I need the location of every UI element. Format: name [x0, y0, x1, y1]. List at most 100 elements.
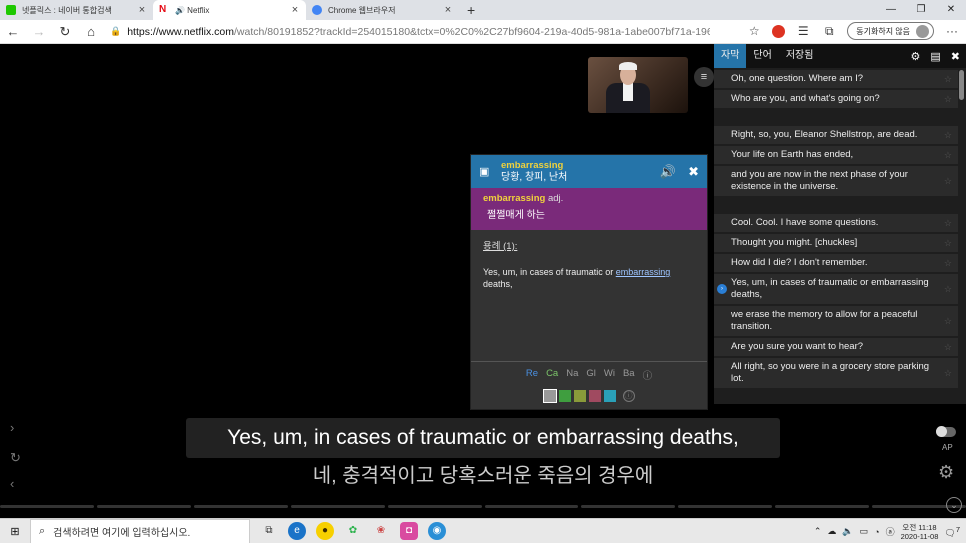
video-player[interactable]: ≡ ▣ embarrassing 당황, 창피, 난처 🔊 ✖ embarras…	[0, 44, 966, 518]
color-swatches: ⓘ	[471, 389, 707, 403]
star-icon[interactable]: ☆	[944, 315, 952, 327]
collections-icon[interactable]: ⧉	[821, 24, 837, 39]
subtitle-line[interactable]: Thought you might. [chuckles] ☆	[714, 234, 958, 252]
minimize-button[interactable]: —	[876, 0, 906, 20]
favorites-icon[interactable]: ☰	[795, 24, 811, 38]
wifi-icon[interactable]: ◔	[874, 527, 879, 537]
source-na[interactable]: Na	[566, 368, 578, 382]
language-icon[interactable]: ⓐ	[886, 525, 895, 538]
tab-naver[interactable]: 넷플릭스 : 네이버 통합검색 ×	[0, 0, 153, 20]
subtitle-line[interactable]: Oh, one question. Where am I? ☆	[714, 70, 958, 88]
new-tab-button[interactable]: +	[459, 0, 483, 20]
chevron-left-icon[interactable]: ‹	[10, 476, 14, 491]
app-flower-icon[interactable]: ❀	[372, 522, 390, 540]
home-icon[interactable]: ⌂	[78, 24, 104, 39]
edge-icon[interactable]: e	[288, 522, 306, 540]
swatch-olive[interactable]	[573, 390, 586, 402]
star-icon[interactable]: ☆	[944, 175, 952, 187]
subtitle-line[interactable]: and you are now in the next phase of you…	[714, 166, 958, 196]
subtitle-line[interactable]: Right, so, you, Eleanor Shellstrop, are …	[714, 126, 958, 144]
tab-words[interactable]: 단어	[746, 44, 778, 68]
settings-gear-icon[interactable]: ⚙	[938, 462, 954, 483]
subtitle-line[interactable]: Cool. Cool. I have some questions. ☆	[714, 214, 958, 232]
close-icon[interactable]: ✖	[688, 164, 699, 180]
network-icon[interactable]: ☁	[827, 526, 836, 537]
swatch-info-icon[interactable]: ⓘ	[622, 390, 635, 402]
chrome-app-icon[interactable]: ◉	[428, 522, 446, 540]
star-icon[interactable]: ☆	[944, 149, 952, 161]
speaker-icon[interactable]: 🔊	[660, 164, 676, 180]
close-tab-icon[interactable]: ×	[443, 4, 453, 16]
subtitle-line[interactable]: we erase the memory to allow for a peace…	[714, 306, 958, 336]
star-icon[interactable]: ☆	[944, 129, 952, 141]
subtitle-line[interactable]: Your life on Earth has ended, ☆	[714, 146, 958, 164]
windows-start-icon[interactable]: ⊞	[0, 525, 30, 538]
source-ba[interactable]: Ba	[623, 368, 635, 382]
segment-progress[interactable]	[0, 505, 966, 509]
source-ca[interactable]: Ca	[546, 368, 558, 382]
star-icon[interactable]: ☆	[944, 257, 952, 269]
caption-korean[interactable]: 네, 충격적이고 당혹스러운 죽음의 경우에	[186, 462, 780, 490]
volume-icon[interactable]: 🔈	[842, 526, 853, 537]
url-field[interactable]: 🔒 https://www.netflix.com/watch/80191852…	[110, 26, 710, 38]
app-pink-icon[interactable]: ◘	[400, 522, 418, 540]
caption-english[interactable]: Yes, um, in cases of traumatic or embarr…	[186, 418, 780, 458]
subtitle-line[interactable]: All right, so you were in a grocery stor…	[714, 358, 958, 388]
star-icon[interactable]: ☆	[944, 73, 952, 85]
taskbar-search[interactable]: ⌕ 검색하려면 여기에 입력하십시오.	[30, 518, 250, 543]
star-icon[interactable]: ☆	[944, 367, 952, 379]
autopause-toggle[interactable]	[936, 426, 956, 437]
source-gl[interactable]: Gl	[586, 368, 596, 382]
task-view-icon[interactable]: ⧉	[260, 522, 278, 540]
subtitle-line[interactable]: Are you sure you want to hear? ☆	[714, 338, 958, 356]
close-icon[interactable]: ✖	[951, 50, 960, 63]
close-window-button[interactable]: ✕	[936, 0, 966, 20]
source-wi[interactable]: Wi	[604, 368, 615, 382]
subtitle-line[interactable]: How did I die? I don't remember. ☆	[714, 254, 958, 272]
close-tab-icon[interactable]: ×	[290, 4, 300, 16]
tab-chrome[interactable]: Chrome 웹브라우저 ×	[306, 0, 459, 20]
back-button[interactable]: ←	[0, 24, 26, 39]
print-icon[interactable]: ▤	[930, 50, 940, 63]
star-icon[interactable]: ☆	[944, 283, 952, 295]
swatch-rose[interactable]	[588, 390, 601, 402]
more-icon[interactable]: ···	[944, 24, 960, 38]
replay-icon[interactable]: ↻	[10, 450, 21, 466]
tray-arrow-icon[interactable]: ⌃	[814, 526, 822, 537]
gear-icon[interactable]: ⚙	[911, 50, 921, 63]
app-green-icon[interactable]: ✿	[344, 522, 362, 540]
star-icon[interactable]: ☆	[944, 93, 952, 105]
swatch-green[interactable]	[558, 390, 571, 402]
example-label[interactable]: 용례 (1):	[483, 238, 695, 252]
refresh-button[interactable]: ↻	[52, 24, 78, 40]
star-icon[interactable]: ☆	[944, 341, 952, 353]
clock[interactable]: 오전 11:18 2020-11-08	[901, 523, 939, 541]
forward-button[interactable]: →	[26, 24, 52, 39]
menu-icon[interactable]: ≡	[694, 67, 714, 87]
maximize-button[interactable]: ❐	[906, 0, 936, 20]
extension-icon[interactable]	[772, 24, 786, 38]
subtitle-line[interactable]	[714, 198, 958, 212]
sync-button[interactable]: 동기화하지 않음	[847, 22, 934, 40]
tab-netflix[interactable]: N 🔊 Netflix ×	[153, 0, 306, 20]
star-icon[interactable]: ☆	[746, 24, 762, 38]
subtitle-line[interactable]: Yes, um, in cases of traumatic or embarr…	[714, 274, 958, 304]
subtitle-line[interactable]: Who are you, and what's going on? ☆	[714, 90, 958, 108]
close-tab-icon[interactable]: ×	[137, 4, 147, 16]
subtitle-line[interactable]	[714, 110, 958, 124]
info-icon[interactable]: ⓘ	[643, 368, 653, 382]
star-icon[interactable]: ☆	[944, 237, 952, 249]
battery-icon[interactable]: ▭	[860, 526, 869, 537]
panel-scrollbar[interactable]	[959, 70, 964, 100]
source-re[interactable]: Re	[526, 368, 538, 382]
chevron-right-icon[interactable]: ›	[10, 420, 14, 435]
swatch-gray[interactable]	[542, 389, 557, 403]
star-icon[interactable]: ☆	[944, 217, 952, 229]
kakaotalk-icon[interactable]: ●	[316, 522, 334, 540]
notification-icon[interactable]: 🗨7	[944, 525, 960, 539]
example-keyword[interactable]: embarrassing	[616, 267, 671, 277]
tab-saved[interactable]: 저장됨	[779, 44, 821, 68]
tab-subtitles[interactable]: 자막	[714, 44, 747, 68]
chevron-down-icon[interactable]: ⌄	[946, 497, 962, 513]
swatch-teal[interactable]	[603, 390, 616, 402]
